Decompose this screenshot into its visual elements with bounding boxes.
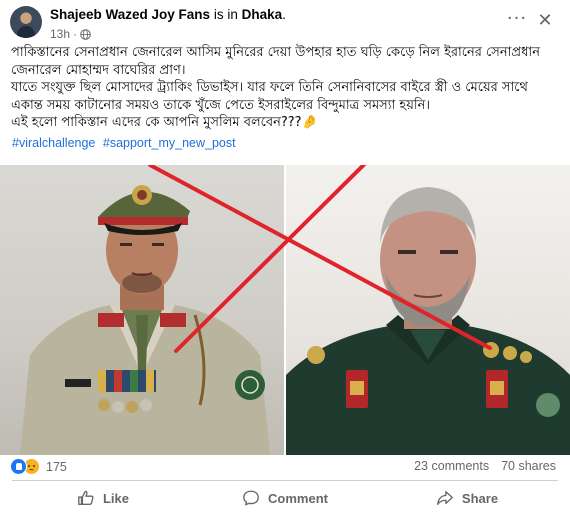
post-actions: Like Comment Share	[12, 483, 558, 513]
time-separator: ·	[73, 27, 78, 41]
like-reaction-icon	[10, 458, 27, 475]
close-icon[interactable]: ✕	[534, 10, 556, 32]
post-time[interactable]: 13h	[50, 27, 70, 41]
facebook-post: Shajeeb Wazed Joy Fans is in Dhaka. 13h …	[0, 0, 570, 516]
share-label: Share	[461, 490, 499, 506]
reactions-summary[interactable]: 175	[10, 458, 67, 475]
location-name[interactable]: Dhaka	[242, 7, 283, 22]
hashtags: #viralchallenge #sapport_my_new_post	[12, 136, 240, 150]
post-paragraph-1: পাকিস্তানের সেনাপ্রধান জেনারেল আসিম মুনি…	[11, 45, 540, 78]
like-icon	[78, 490, 94, 505]
comments-count[interactable]: 23 comments	[414, 459, 489, 473]
engagement-counts: 23 comments 70 shares	[414, 459, 556, 473]
location-suffix: .	[282, 7, 286, 22]
post-photos[interactable]	[0, 165, 570, 455]
post-body: পাকিস্তানের সেনাপ্রধান জেনারেল আসিম মুনি…	[11, 44, 559, 132]
like-button[interactable]: Like	[12, 483, 194, 513]
divider	[12, 480, 558, 481]
avatar[interactable]	[10, 6, 42, 38]
reaction-count[interactable]: 175	[46, 460, 67, 474]
location-prefix: is in	[213, 7, 238, 22]
shares-count[interactable]: 70 shares	[501, 459, 556, 473]
author-line: Shajeeb Wazed Joy Fans is in Dhaka.	[50, 7, 286, 22]
post-header: Shajeeb Wazed Joy Fans is in Dhaka. 13h …	[8, 4, 562, 44]
red-cross-mark	[148, 165, 492, 353]
post-paragraph-2: যাতে সংযুক্ত ছিল মোসাদের ট্র্যাকিং ডিভাই…	[11, 80, 528, 113]
post-paragraph-3: এই হলো পাকিস্তান এদের কে আপনি মুসলিম বলব…	[11, 115, 318, 130]
share-button[interactable]: Share	[376, 483, 558, 513]
like-label: Like	[102, 490, 129, 506]
comment-icon	[243, 490, 259, 506]
share-icon	[437, 491, 453, 505]
globe-icon	[80, 28, 91, 40]
comment-button[interactable]: Comment	[194, 483, 376, 513]
hashtag-link[interactable]: #sapport_my_new_post	[103, 136, 236, 150]
more-options-icon[interactable]: ···	[506, 10, 528, 32]
hashtag-link[interactable]: #viralchallenge	[12, 136, 95, 150]
comment-label: Comment	[268, 490, 328, 506]
post-meta: 13h ·	[50, 27, 91, 41]
author-name[interactable]: Shajeeb Wazed Joy Fans	[50, 7, 210, 22]
